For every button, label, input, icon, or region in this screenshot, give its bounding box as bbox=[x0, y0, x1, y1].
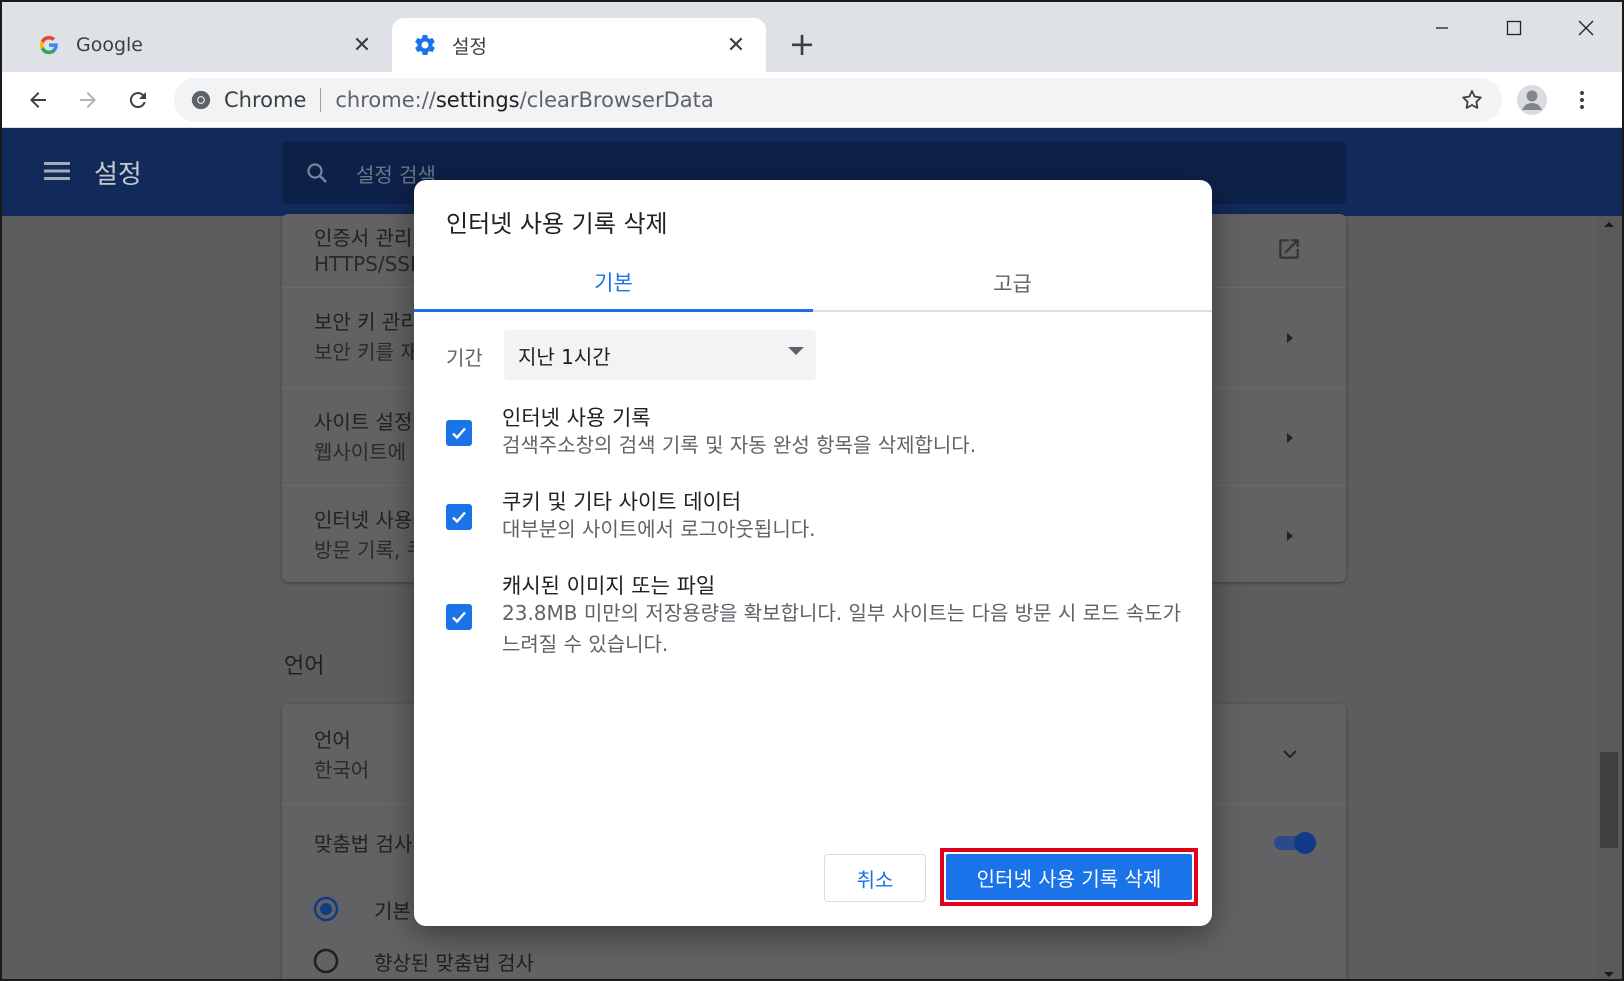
maximize-icon bbox=[1506, 20, 1522, 36]
forward-button[interactable] bbox=[68, 80, 108, 120]
clear-browsing-data-dialog: 인터넷 사용 기록 삭제 기본 고급 기간 지난 1시간 인터넷 사용 기록 검… bbox=[414, 180, 1212, 926]
checkbox-checked-icon[interactable] bbox=[446, 504, 472, 530]
dialog-tabs: 기본 고급 bbox=[414, 254, 1212, 312]
row-subtitle: 방문 기록, 쿠 bbox=[314, 538, 426, 562]
radio-basic-label: 기본 bbox=[374, 898, 411, 923]
close-tab-icon[interactable]: ✕ bbox=[718, 27, 754, 63]
omnibox-separator bbox=[320, 88, 322, 112]
back-button[interactable] bbox=[18, 80, 58, 120]
spellcheck-label: 맞춤법 검사 bbox=[314, 832, 413, 856]
external-link-icon bbox=[1279, 239, 1299, 259]
tab-basic[interactable]: 기본 bbox=[414, 254, 813, 312]
radio-selected-icon bbox=[313, 896, 339, 922]
time-range-label: 기간 bbox=[446, 346, 483, 370]
row-title: 언어 bbox=[314, 728, 351, 752]
checkbox-checked-icon[interactable] bbox=[446, 604, 472, 630]
minimize-icon bbox=[1436, 27, 1448, 29]
option-description: 대부분의 사이트에서 로그아웃됩니다. bbox=[502, 517, 816, 541]
option-title: 쿠키 및 기타 사이트 데이터 bbox=[502, 490, 742, 514]
tab-title: 설정 bbox=[452, 35, 487, 58]
page-scrollbar[interactable] bbox=[1596, 216, 1622, 981]
profile-avatar-icon bbox=[1517, 85, 1547, 115]
reload-icon bbox=[129, 92, 146, 109]
forward-arrow-icon bbox=[80, 92, 96, 108]
option-title: 캐시된 이미지 또는 파일 bbox=[502, 574, 716, 598]
radio-enhanced[interactable]: 향상된 맞춤법 검사 bbox=[312, 946, 534, 976]
close-icon bbox=[1578, 20, 1594, 36]
row-title: 인증서 관리 bbox=[314, 226, 413, 250]
url-scheme: chrome:// bbox=[335, 88, 436, 112]
site-chip-label: Chrome bbox=[224, 88, 307, 112]
close-window-button[interactable] bbox=[1556, 8, 1616, 48]
profile-button[interactable] bbox=[1512, 80, 1552, 120]
option-description: 23.8MB 미만의 저장용량을 확보합니다. 일부 사이트는 다음 방문 시 … bbox=[502, 601, 1182, 656]
browser-toolbar: Chrome chrome:// settings /clearBrowserD… bbox=[2, 72, 1622, 128]
reload-button[interactable] bbox=[118, 80, 158, 120]
gear-icon bbox=[412, 32, 438, 58]
tab-settings[interactable]: 설정 ✕ bbox=[392, 18, 766, 72]
browser-window: Google ✕ 설정 ✕ + Chrome chrome:// setting… bbox=[0, 0, 1624, 981]
row-title: 사이트 설정 bbox=[314, 410, 413, 434]
chevron-down-icon bbox=[1283, 750, 1297, 759]
checkbox-checked-icon[interactable] bbox=[446, 420, 472, 446]
option-description: 검색주소창의 검색 기록 및 자동 완성 항목을 삭제합니다. bbox=[502, 433, 977, 457]
option-title: 인터넷 사용 기록 bbox=[502, 406, 651, 430]
settings-title: 설정 bbox=[94, 160, 142, 190]
dialog-title: 인터넷 사용 기록 삭제 bbox=[446, 210, 668, 238]
dropdown-caret-icon bbox=[788, 347, 804, 355]
close-tab-icon[interactable]: ✕ bbox=[344, 27, 380, 63]
tab-strip: Google ✕ 설정 ✕ + bbox=[2, 2, 1622, 72]
menu-button[interactable] bbox=[1562, 80, 1602, 120]
time-range-select[interactable]: 지난 1시간 bbox=[504, 330, 816, 380]
chrome-icon bbox=[191, 90, 211, 110]
radio-enhanced-label: 향상된 맞춤법 검사 bbox=[374, 950, 534, 975]
row-subtitle: HTTPS/SSL bbox=[314, 252, 422, 276]
scrollbar-thumb[interactable] bbox=[1600, 752, 1618, 848]
google-g-icon bbox=[36, 32, 62, 58]
scroll-down-arrow-icon[interactable] bbox=[1596, 967, 1622, 981]
radio-unselected-icon bbox=[313, 948, 339, 974]
row-subtitle: 웹사이트에 bbox=[314, 440, 406, 464]
url-host: settings bbox=[435, 88, 520, 112]
back-arrow-icon bbox=[30, 92, 46, 108]
minimize-button[interactable] bbox=[1412, 8, 1472, 48]
chevron-right-icon bbox=[1287, 531, 1293, 541]
row-title: 보안 키 관리 bbox=[314, 310, 419, 334]
address-bar[interactable]: Chrome chrome:// settings /clearBrowserD… bbox=[174, 78, 1502, 122]
clear-data-button[interactable]: 인터넷 사용 기록 삭제 bbox=[946, 854, 1192, 900]
row-subtitle: 보안 키를 재 bbox=[314, 340, 419, 364]
spellcheck-toggle[interactable] bbox=[1270, 832, 1316, 854]
search-icon bbox=[302, 158, 332, 188]
language-section-title: 언어 bbox=[284, 654, 325, 679]
highlight-box: 인터넷 사용 기록 삭제 bbox=[940, 848, 1198, 906]
chevron-right-icon bbox=[1287, 433, 1293, 443]
tab-advanced[interactable]: 고급 bbox=[813, 254, 1212, 312]
chevron-right-icon bbox=[1287, 333, 1293, 343]
site-chip[interactable]: Chrome bbox=[174, 88, 306, 112]
row-subtitle: 한국어 bbox=[314, 758, 370, 782]
scroll-up-arrow-icon[interactable] bbox=[1596, 216, 1622, 232]
bookmark-star-icon[interactable] bbox=[1454, 82, 1490, 118]
tab-google[interactable]: Google ✕ bbox=[18, 18, 392, 72]
maximize-button[interactable] bbox=[1484, 8, 1544, 48]
cancel-button[interactable]: 취소 bbox=[824, 854, 926, 902]
new-tab-button[interactable]: + bbox=[782, 24, 822, 64]
tab-title: Google bbox=[76, 34, 144, 56]
url-path: /clearBrowserData bbox=[519, 88, 714, 112]
kebab-menu-icon bbox=[1580, 91, 1584, 109]
radio-basic[interactable]: 기본 bbox=[312, 894, 411, 924]
row-title: 인터넷 사용 bbox=[314, 508, 413, 532]
time-range-value: 지난 1시간 bbox=[518, 344, 611, 369]
hamburger-menu-icon[interactable] bbox=[42, 156, 72, 186]
